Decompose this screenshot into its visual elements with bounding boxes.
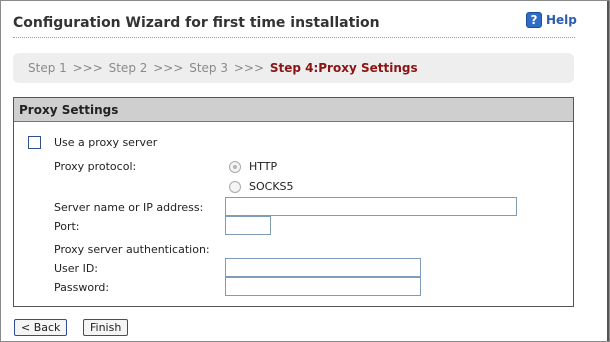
http-radio[interactable] xyxy=(229,161,241,173)
question-mark-icon[interactable]: ? xyxy=(526,12,542,28)
step-separator: >>> xyxy=(233,61,264,75)
server-address-input[interactable] xyxy=(225,197,517,216)
help-label[interactable]: Help xyxy=(546,13,577,27)
page-title: Configuration Wizard for first time inst… xyxy=(13,15,380,31)
step-breadcrumb: Step 1 >>> Step 2 >>> Step 3 >>> Step 4:… xyxy=(13,53,574,83)
back-button[interactable]: < Back xyxy=(14,319,68,336)
socks5-radio-label: SOCKS5 xyxy=(249,180,294,193)
step-separator: >>> xyxy=(153,61,184,75)
proxy-protocol-label: Proxy protocol: xyxy=(54,160,137,173)
step-2: Step 2 xyxy=(108,61,148,75)
step-separator: >>> xyxy=(72,61,103,75)
use-proxy-label: Use a proxy server xyxy=(54,136,158,149)
step-current: Step 4:Proxy Settings xyxy=(269,61,418,75)
step-1: Step 1 xyxy=(28,61,67,75)
password-label: Password: xyxy=(54,281,110,294)
step-3: Step 3 xyxy=(189,61,228,75)
port-label: Port: xyxy=(54,220,80,233)
panel-title: Proxy Settings xyxy=(14,98,573,122)
user-id-input[interactable] xyxy=(225,258,421,277)
user-id-label: User ID: xyxy=(54,262,98,275)
socks5-radio[interactable] xyxy=(229,181,241,193)
http-radio-label: HTTP xyxy=(249,160,278,173)
finish-button[interactable]: Finish xyxy=(83,319,129,336)
port-input[interactable] xyxy=(225,216,271,235)
help-link[interactable]: ? Help xyxy=(526,12,577,28)
server-address-label: Server name or IP address: xyxy=(54,201,204,214)
password-input[interactable] xyxy=(225,277,421,296)
wizard-window: Configuration Wizard for first time inst… xyxy=(0,0,610,342)
use-proxy-checkbox[interactable] xyxy=(28,136,41,149)
proxy-auth-label: Proxy server authentication: xyxy=(54,243,210,256)
title-divider xyxy=(13,37,575,38)
